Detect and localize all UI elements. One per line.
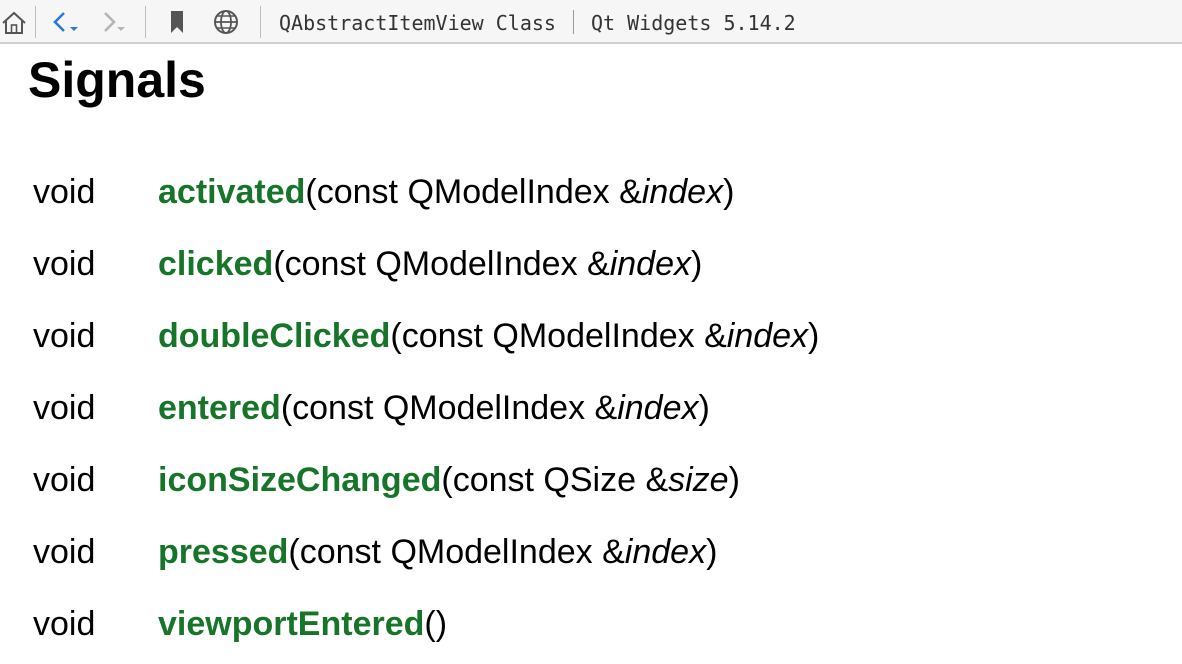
- signal-declaration: activated(const QModelIndex &index): [158, 156, 734, 228]
- forward-button[interactable]: [100, 6, 132, 38]
- signal-params-open: (const QModelIndex &: [305, 173, 642, 211]
- signal-params-close: ): [698, 389, 710, 427]
- signal-params-open: (const QModelIndex &: [280, 389, 618, 427]
- signal-link-icon-size-changed[interactable]: iconSizeChanged: [158, 461, 441, 499]
- signal-link-viewport-entered[interactable]: viewportEntered: [158, 605, 424, 643]
- breadcrumb-class[interactable]: QAbstractItemView Class: [279, 0, 556, 44]
- return-type: void: [33, 317, 96, 355]
- signal-link-clicked[interactable]: clicked: [158, 245, 273, 283]
- return-type: void: [33, 173, 96, 211]
- toolbar-separator: [145, 6, 146, 38]
- signal-link-activated[interactable]: activated: [158, 173, 305, 211]
- signal-params-close: ): [706, 533, 718, 571]
- globe-icon: [214, 10, 238, 34]
- home-icon: [2, 11, 26, 34]
- toolbar-separator: [35, 6, 36, 38]
- signal-param-name: size: [668, 461, 729, 499]
- signal-params-open: (): [424, 605, 448, 643]
- signal-params-open: (const QModelIndex &: [390, 317, 727, 355]
- return-type: void: [33, 461, 96, 499]
- home-button[interactable]: [0, 6, 30, 38]
- signal-params-open: (const QModelIndex &: [273, 245, 610, 283]
- back-button[interactable]: [50, 6, 82, 38]
- return-type: void: [33, 605, 96, 643]
- signal-declaration: doubleClicked(const QModelIndex &index): [158, 300, 819, 372]
- signal-params-open: (const QSize &: [441, 461, 669, 499]
- signal-declaration: clicked(const QModelIndex &index): [158, 228, 702, 300]
- return-type: void: [33, 389, 96, 427]
- back-arrow-icon: [53, 12, 78, 32]
- signal-link-entered[interactable]: entered: [158, 389, 281, 427]
- signal-params-close: ): [728, 461, 740, 499]
- signal-param-name: index: [617, 389, 699, 427]
- signal-param-name: index: [624, 533, 707, 571]
- toolbar-separator: [260, 6, 261, 38]
- signal-params-close: ): [723, 173, 735, 211]
- open-in-browser-button[interactable]: [210, 6, 242, 38]
- signal-param-name: index: [726, 317, 809, 355]
- return-type: void: [33, 533, 96, 571]
- bookmark-button[interactable]: [163, 6, 191, 38]
- signal-param-name: index: [641, 173, 724, 211]
- signal-params-close: ): [690, 245, 703, 283]
- signal-declaration: entered(const QModelIndex &index): [158, 372, 710, 444]
- bookmark-icon: [171, 11, 183, 33]
- signal-param-name: index: [609, 245, 691, 283]
- signal-params-close: ): [808, 317, 820, 355]
- toolbar: QAbstractItemView Class Qt Widgets 5.14.…: [0, 0, 1182, 44]
- breadcrumb-separator: [573, 10, 574, 34]
- signal-declaration: pressed(const QModelIndex &index): [158, 516, 717, 588]
- signal-declaration: iconSizeChanged(const QSize &size): [158, 444, 740, 516]
- signal-params-open: (const QModelIndex &: [288, 533, 625, 571]
- breadcrumb-module[interactable]: Qt Widgets 5.14.2: [591, 0, 796, 44]
- page-title: Signals: [28, 52, 206, 108]
- return-type: void: [33, 245, 96, 283]
- signal-link-pressed[interactable]: pressed: [158, 533, 288, 571]
- forward-arrow-icon: [104, 12, 125, 32]
- signal-declaration: viewportEntered(): [158, 588, 447, 660]
- signal-link-double-clicked[interactable]: doubleClicked: [158, 317, 390, 355]
